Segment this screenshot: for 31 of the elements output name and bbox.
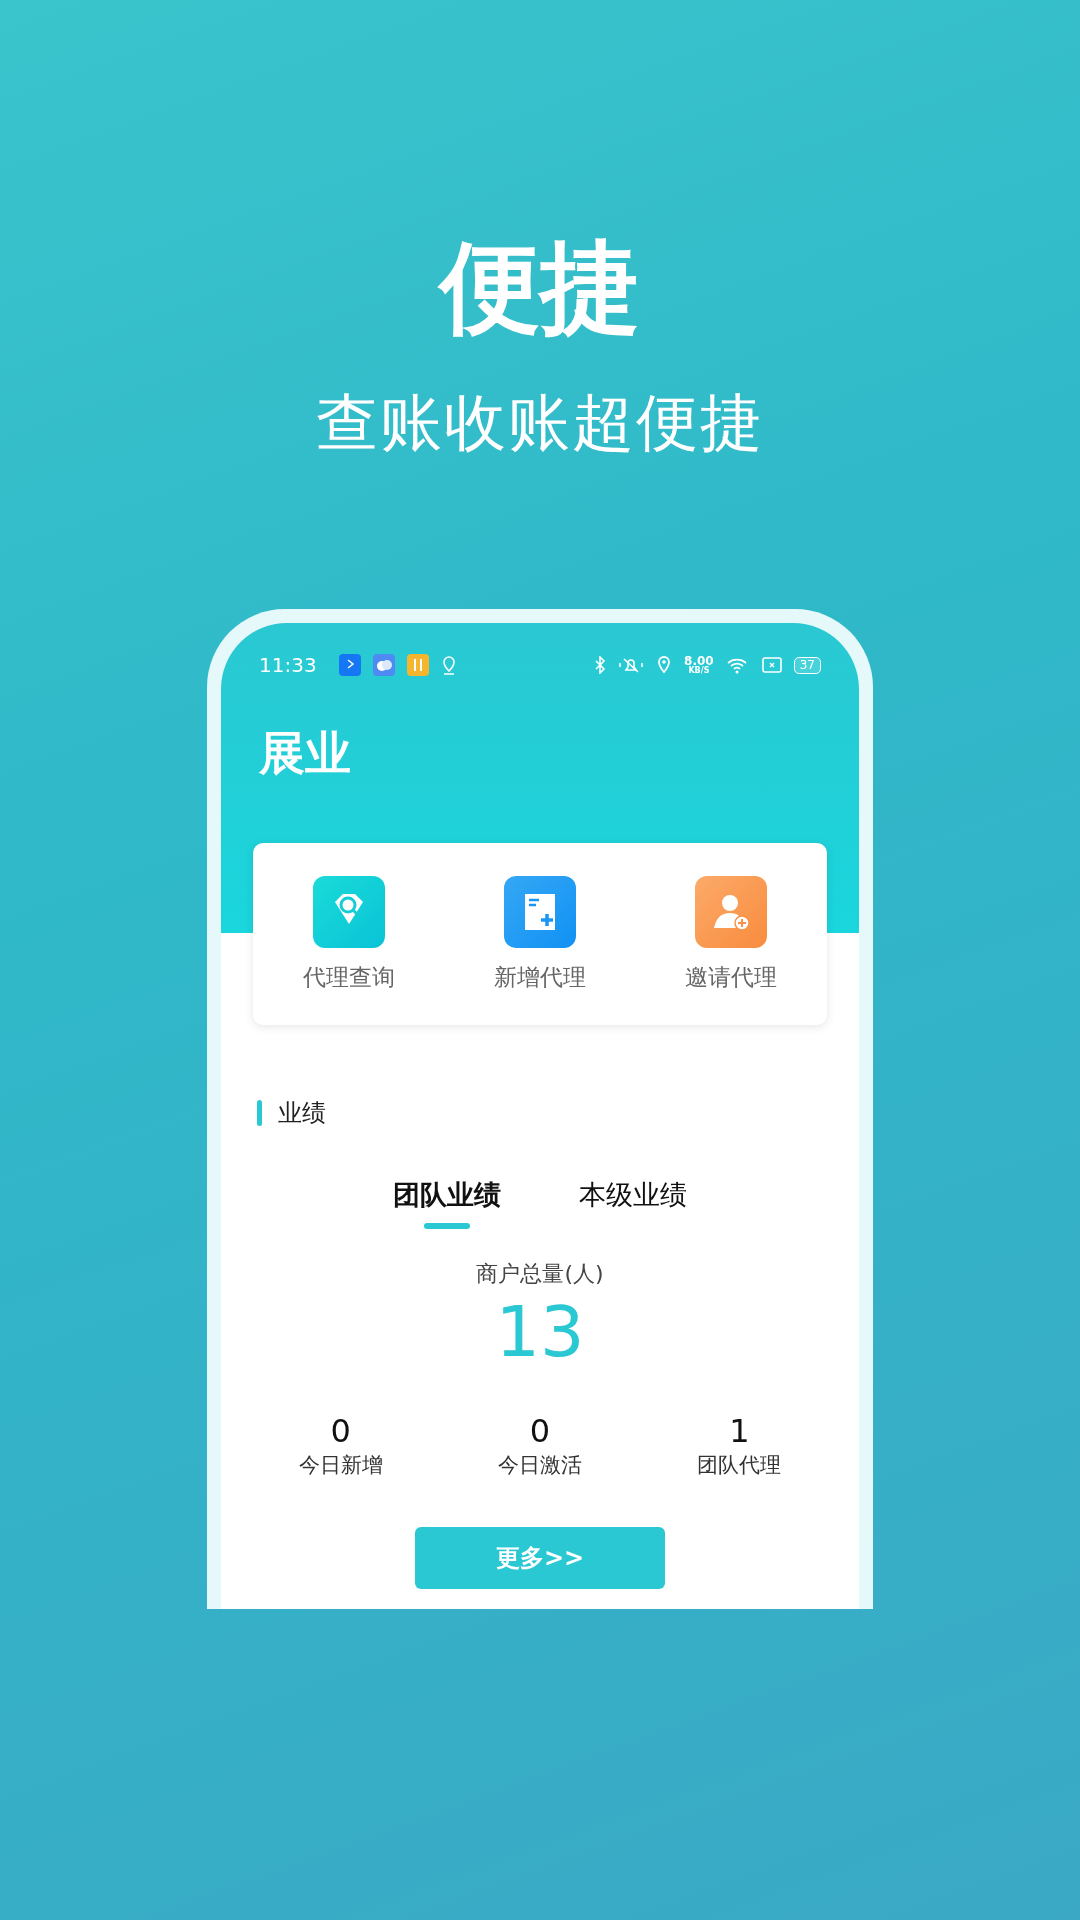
total-value: 13 — [495, 1297, 585, 1367]
battery-level: 37 — [793, 656, 821, 674]
weather-icon — [372, 654, 395, 676]
network-speed: 8.00 — [684, 655, 714, 667]
tab[interactable]: 团队业绩 — [393, 1177, 501, 1239]
stat-value: 0 — [529, 1415, 551, 1447]
stat-label: 今日激活 — [498, 1452, 582, 1479]
section-title: 业绩 — [278, 1098, 326, 1129]
location-icon — [440, 655, 457, 675]
sim-card-icon — [761, 657, 782, 673]
search-icon — [312, 875, 385, 948]
section-marker — [257, 1100, 262, 1126]
app-notification-icon — [338, 654, 361, 676]
total-label: 商户总量(人) — [476, 1260, 604, 1288]
location-icon — [656, 655, 673, 675]
add-document-icon — [504, 875, 576, 948]
tab[interactable]: 本级业绩 — [579, 1177, 687, 1239]
muted-bell-icon — [618, 656, 645, 674]
bluetooth-icon — [594, 656, 607, 674]
stat-label: 今日新增 — [298, 1452, 383, 1479]
quick-action[interactable]: 代理查询 — [302, 875, 395, 993]
stat-label: 团队代理 — [697, 1452, 782, 1479]
page-title: 展业 — [259, 725, 351, 782]
status-time: 11:33 — [259, 653, 317, 677]
subtitle: 查账收账超便捷 — [316, 392, 764, 454]
quick-action[interactable]: 邀请代理 — [685, 875, 778, 993]
add-user-icon — [695, 875, 768, 948]
quick-action[interactable]: 新增代理 — [494, 875, 586, 993]
stat-value: 0 — [330, 1415, 351, 1447]
network-speed-unit: KB/S — [688, 667, 710, 675]
stat-value: 1 — [729, 1415, 750, 1447]
